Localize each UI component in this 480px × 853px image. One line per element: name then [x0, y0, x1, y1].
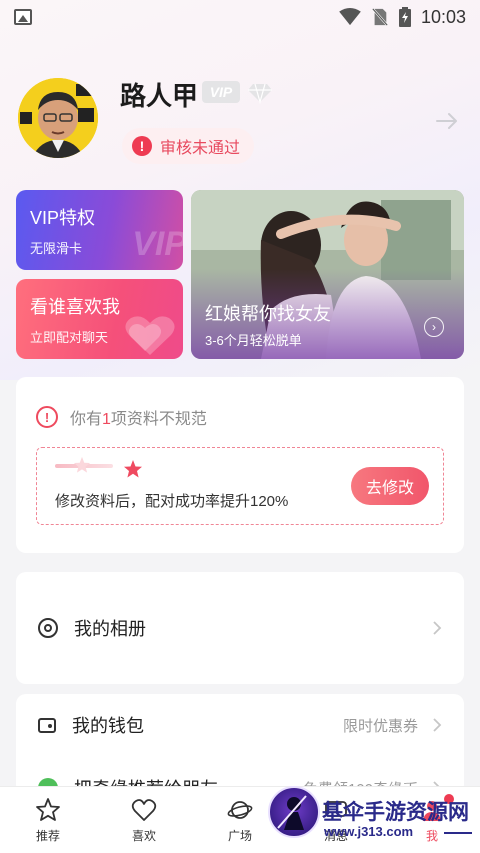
notice-heading: 你有1项资料不规范 [70, 411, 207, 428]
battery-charging-icon [398, 7, 411, 27]
site-watermark-logo [268, 786, 320, 838]
chevron-right-icon [433, 718, 442, 732]
star-icon [73, 456, 91, 473]
fix-profile-button[interactable]: 去修改 [351, 467, 429, 505]
album-card: 我的相册 [16, 572, 464, 684]
site-watermark-url: www.j313.com [324, 824, 414, 839]
warning-icon: ! [36, 406, 58, 428]
nav-label-plaza: 广场 [227, 829, 252, 843]
wallet-icon [38, 717, 56, 733]
vip-badge[interactable]: VIP [202, 81, 240, 103]
ninja-icon [277, 795, 307, 830]
notice-message: 修改资料后，配对成功率提升120% [55, 493, 289, 510]
heart-icon [131, 799, 157, 821]
who-likes-me-card[interactable]: 看谁喜欢我 立即配对聊天 [16, 279, 183, 359]
menu-item-wallet[interactable]: 我的钱包 限时优惠券 [16, 695, 464, 755]
avatar-image [18, 78, 98, 158]
clock: 10:03 [420, 6, 466, 27]
profile-notice-card: ! 你有1项资料不规范 修改资料后，配对成功率提升120% 去修改 [16, 377, 464, 553]
alert-icon: ! [132, 136, 152, 156]
notice-count: 1 [102, 411, 111, 428]
gallery-notification-icon [14, 9, 32, 25]
album-icon [38, 618, 58, 638]
vip-watermark: VIP [132, 225, 183, 263]
wallet-card: 我的钱包 限时优惠券 把奇缘推荐给朋友 免费领100奇缘币 [16, 694, 464, 794]
wallet-promo-text: 限时优惠券 [342, 717, 418, 735]
avatar[interactable] [18, 78, 98, 158]
nav-item-recommend[interactable]: 推荐 [0, 787, 96, 853]
nav-label-recommend: 推荐 [35, 829, 60, 843]
nav-item-likes[interactable]: 喜欢 [96, 787, 192, 853]
chevron-right-circle-icon[interactable]: › [424, 317, 444, 337]
notice-box: 修改资料后，配对成功率提升120% 去修改 [36, 447, 444, 525]
star-icon [36, 798, 60, 821]
menu-item-album[interactable]: 我的相册 [16, 598, 464, 658]
chevron-right-icon [433, 621, 442, 635]
username: 路人甲 [120, 81, 199, 111]
planet-icon [227, 801, 253, 819]
matchmaker-card[interactable]: 红娘帮你找女友 3-6个月轻松脱单 › [191, 190, 464, 359]
star-icon [124, 460, 142, 478]
notice-header: ! 你有1项资料不规范 [36, 405, 207, 429]
wifi-icon [339, 8, 361, 26]
site-watermark-name: 基伞手游资源网 [322, 801, 469, 824]
nav-label-me: 我 [425, 829, 438, 843]
menu-item-album-label: 我的相册 [74, 619, 146, 639]
profile-arrow-icon[interactable] [436, 112, 458, 130]
review-status-text: 审核未通过 [160, 140, 241, 157]
nav-label-likes: 喜欢 [131, 829, 156, 843]
vip-privilege-card[interactable]: VIP特权 无限滑卡 VIP [16, 190, 183, 270]
no-sim-icon [371, 8, 388, 26]
menu-item-wallet-label: 我的钱包 [72, 716, 144, 736]
matchmaker-subtitle: 3-6个月轻松脱单 [205, 333, 302, 348]
review-status-badge[interactable]: ! 审核未通过 [122, 128, 255, 164]
watermark-underline [444, 832, 472, 834]
status-bar: 10:03 [0, 0, 480, 34]
matchmaker-title: 红娘帮你找女友 [205, 304, 331, 324]
heart-icon [125, 316, 175, 355]
diamond-icon[interactable] [247, 80, 273, 104]
